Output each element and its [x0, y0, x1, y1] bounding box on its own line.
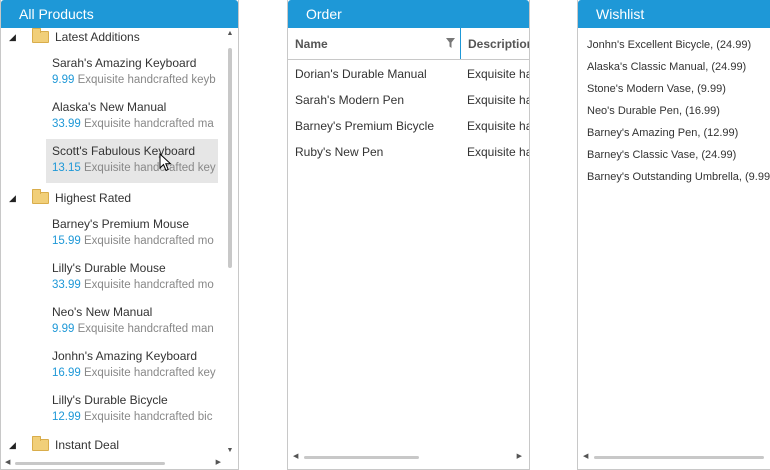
product-description: Exquisite handcrafted ma: [83, 118, 214, 130]
scroll-left-arrow-icon[interactable]: ◀: [293, 451, 298, 463]
wishlist-list: Jonhn's Excellent Bicycle, (24.99) Alask…: [587, 34, 770, 188]
all-products-panel: All Products ◢ Latest Additions Sarah's …: [0, 0, 239, 470]
wishlist-horizontal-scrollbar[interactable]: ◀: [578, 451, 770, 463]
cell-description: Exquisite ha: [467, 145, 530, 159]
folder-icon: [32, 28, 49, 43]
product-name: Sarah's Amazing Keyboard: [52, 56, 197, 70]
cell-name: Ruby's New Pen: [295, 145, 384, 159]
tree-item[interactable]: Lilly's Durable Bicycle 12.99 Exquisite …: [46, 388, 218, 432]
tree-item[interactable]: Lilly's Durable Mouse 33.99 Exquisite ha…: [46, 256, 218, 300]
cell-name: Dorian's Durable Manual: [295, 67, 427, 81]
scroll-left-arrow-icon[interactable]: ◀: [5, 457, 10, 469]
scroll-right-arrow-icon[interactable]: ▶: [517, 451, 522, 463]
tree-item[interactable]: Neo's New Manual 9.99 Exquisite handcraf…: [46, 300, 218, 344]
list-item[interactable]: Jonhn's Excellent Bicycle, (24.99): [587, 34, 770, 56]
product-name: Jonhn's Amazing Keyboard: [52, 349, 198, 363]
folder-icon: [32, 189, 49, 204]
scroll-thumb[interactable]: [15, 462, 165, 465]
table-row[interactable]: Barney's Premium Bicycle Exquisite ha: [288, 113, 530, 139]
expand-arrow-icon[interactable]: ◢: [9, 32, 23, 43]
expand-arrow-icon[interactable]: ◢: [9, 440, 23, 451]
all-products-header: All Products: [1, 0, 238, 28]
table-row[interactable]: Dorian's Durable Manual Exquisite ha: [288, 61, 530, 87]
scroll-thumb[interactable]: [594, 456, 764, 459]
list-item[interactable]: Barney's Classic Vase, (24.99): [587, 144, 770, 166]
column-header-label: Description: [468, 37, 530, 51]
scroll-left-arrow-icon[interactable]: ◀: [583, 451, 588, 463]
product-description: Exquisite handcrafted keyb: [77, 74, 216, 86]
list-item[interactable]: Barney's Outstanding Umbrella, (9.99: [587, 166, 770, 188]
list-item[interactable]: Barney's Amazing Pen, (12.99): [587, 122, 770, 144]
wishlist-panel: Wishlist Jonhn's Excellent Bicycle, (24.…: [577, 0, 770, 470]
products-vertical-scrollbar[interactable]: ▲ ▼: [225, 28, 235, 456]
list-item[interactable]: Neo's Durable Pen, (16.99): [587, 100, 770, 122]
tree-item[interactable]: Barney's Premium Mouse 15.99 Exquisite h…: [46, 212, 218, 256]
product-name: Barney's Premium Mouse: [52, 217, 190, 231]
product-name: Neo's New Manual: [52, 305, 153, 319]
tree-item[interactable]: Alaska's New Manual 33.99 Exquisite hand…: [46, 95, 218, 139]
folder-icon: [32, 436, 49, 451]
cell-description: Exquisite ha: [467, 67, 530, 81]
product-description: Exquisite handcrafted mo: [83, 235, 214, 247]
product-description: Exquisite handcrafted man: [77, 323, 214, 335]
product-name: Alaska's New Manual: [52, 100, 167, 114]
tree-item[interactable]: Jonhn's Amazing Keyboard 16.99 Exquisite…: [46, 344, 218, 388]
product-description: Exquisite handcrafted bic: [83, 411, 213, 423]
list-item[interactable]: Stone's Modern Vase, (9.99): [587, 78, 770, 100]
product-price: 9.99: [52, 74, 75, 86]
list-item[interactable]: Alaska's Classic Manual, (24.99): [587, 56, 770, 78]
order-header: Order: [288, 0, 529, 28]
product-price: 33.99: [52, 279, 81, 291]
products-horizontal-scrollbar[interactable]: ◀ ▶: [1, 457, 225, 469]
product-name: Scott's Fabulous Keyboard: [52, 144, 196, 158]
table-row[interactable]: Sarah's Modern Pen Exquisite ha: [288, 87, 530, 113]
order-grid-body: Dorian's Durable Manual Exquisite ha Sar…: [288, 61, 530, 165]
tree-item[interactable]: Sarah's Amazing Keyboard 9.99 Exquisite …: [46, 51, 218, 95]
group-label: Latest Additions: [55, 30, 140, 44]
scroll-up-arrow-icon[interactable]: ▲: [225, 30, 235, 37]
mouse-cursor-icon: [159, 153, 172, 172]
product-name: Lilly's Durable Mouse: [52, 261, 166, 275]
tree-group-latest-additions[interactable]: ◢ Latest Additions: [1, 28, 225, 48]
tree-item-hovered[interactable]: Scott's Fabulous Keyboard 13.15 Exquisit…: [46, 139, 218, 183]
cell-name: Sarah's Modern Pen: [295, 93, 405, 107]
expand-arrow-icon[interactable]: ◢: [9, 193, 23, 204]
group-label: Highest Rated: [55, 191, 132, 205]
products-tree: ◢ Latest Additions Sarah's Amazing Keybo…: [1, 28, 225, 456]
cell-description: Exquisite ha: [467, 119, 530, 133]
product-price: 33.99: [52, 118, 81, 130]
product-price: 15.99: [52, 235, 81, 247]
scroll-right-arrow-icon[interactable]: ▶: [216, 457, 221, 469]
tree-group-highest-rated[interactable]: ◢ Highest Rated: [1, 187, 225, 209]
group-label: Instant Deal: [55, 438, 120, 452]
order-panel: Order Name Description Dorian's Durable …: [287, 0, 530, 470]
product-price: 9.99: [52, 323, 75, 335]
column-header-label: Name: [295, 37, 328, 51]
wishlist-header: Wishlist: [578, 0, 770, 28]
cell-name: Barney's Premium Bicycle: [295, 119, 434, 133]
product-price: 16.99: [52, 367, 81, 379]
product-description: Exquisite handcrafted key: [83, 367, 216, 379]
product-description: Exquisite handcrafted key: [83, 162, 216, 174]
product-description: Exquisite handcrafted mo: [83, 279, 214, 291]
tree-group-instant-deal[interactable]: ◢ Instant Deal: [1, 434, 225, 456]
order-horizontal-scrollbar[interactable]: ◀ ▶: [288, 451, 529, 463]
scroll-down-arrow-icon[interactable]: ▼: [225, 447, 235, 454]
table-row[interactable]: Ruby's New Pen Exquisite ha: [288, 139, 530, 165]
filter-icon[interactable]: [446, 38, 455, 48]
cell-description: Exquisite ha: [467, 93, 530, 107]
column-header-description[interactable]: Description: [461, 28, 530, 59]
column-header-name[interactable]: Name: [288, 28, 461, 59]
scroll-thumb[interactable]: [304, 456, 419, 459]
product-price: 12.99: [52, 411, 81, 423]
grid-header-row: Name Description: [288, 28, 530, 60]
product-price: 13.15: [52, 162, 81, 174]
scroll-thumb[interactable]: [228, 48, 232, 268]
product-name: Lilly's Durable Bicycle: [52, 393, 168, 407]
